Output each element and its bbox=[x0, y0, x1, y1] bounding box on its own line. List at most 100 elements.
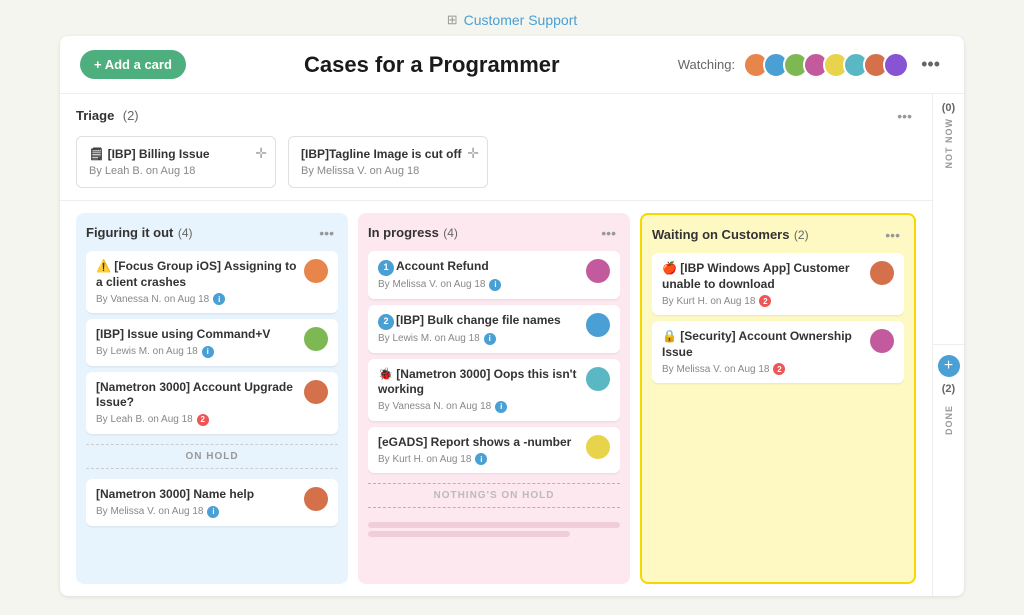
avatar bbox=[586, 259, 610, 283]
triage-section: Triage (2) ••• 🗒 [IBP] Billing Issue By … bbox=[60, 94, 932, 201]
avatar-group bbox=[743, 52, 909, 78]
card-meta: By Melissa V. on Aug 18i bbox=[378, 279, 580, 291]
kanban-cards: 1Account Refund By Melissa V. on Aug 18i… bbox=[368, 251, 620, 574]
triage-title: Triage (2) bbox=[76, 107, 139, 125]
nothing-on-hold-label: NOTHING'S ON HOLD bbox=[368, 483, 620, 508]
sidebar-done-label: DONE bbox=[944, 405, 954, 435]
card-title: [Nametron 3000] Name help bbox=[96, 487, 298, 503]
triage-card-meta: By Melissa V. on Aug 18 bbox=[301, 165, 475, 177]
triage-header: Triage (2) ••• bbox=[76, 106, 916, 126]
triage-card[interactable]: 🗒 [IBP] Billing Issue By Leah B. on Aug … bbox=[76, 136, 276, 188]
card-meta: By Lewis M. on Aug 18i bbox=[96, 346, 298, 358]
info-icon: i bbox=[489, 279, 501, 291]
board-title: Cases for a Programmer bbox=[202, 52, 662, 78]
avatar bbox=[304, 259, 328, 283]
kanban-card[interactable]: ⚠️ [Focus Group iOS] Assigning to a clie… bbox=[86, 251, 338, 313]
card-meta: By Kurt H. on Aug 18i bbox=[378, 453, 580, 465]
watching-label: Watching: bbox=[678, 57, 735, 72]
sidebar-add-button[interactable]: + bbox=[938, 355, 960, 377]
watching-section: Watching: ••• bbox=[678, 50, 944, 79]
card-title: 1Account Refund bbox=[378, 259, 580, 276]
sidebar-done: + (2) DONE bbox=[933, 345, 964, 597]
card-title: 🍎 [IBP Windows App] Customer unable to d… bbox=[662, 261, 864, 292]
kanban-cards: 🍎 [IBP Windows App] Customer unable to d… bbox=[652, 253, 904, 572]
column-in-progress: In progress (4) ••• 1Account Refund By M… bbox=[358, 213, 630, 584]
add-icon[interactable]: ✛ bbox=[467, 145, 479, 162]
avatar bbox=[870, 261, 894, 285]
kanban-card[interactable]: [Nametron 3000] Account Upgrade Issue? B… bbox=[86, 372, 338, 434]
card-meta: By Vanessa N. on Aug 18i bbox=[378, 401, 580, 413]
card-title: [eGADS] Report shows a -number bbox=[378, 435, 580, 451]
right-sidebar: (0) NOT NOW + (2) DONE bbox=[932, 94, 964, 596]
avatar bbox=[304, 327, 328, 351]
col-title: In progress (4) bbox=[368, 224, 458, 242]
info-icon: i bbox=[495, 401, 507, 413]
breadcrumb-link[interactable]: Customer Support bbox=[464, 12, 578, 28]
avatar bbox=[870, 329, 894, 353]
kanban-card[interactable]: 1Account Refund By Melissa V. on Aug 18i bbox=[368, 251, 620, 299]
info-icon: 2 bbox=[197, 414, 209, 426]
triage-card[interactable]: [IBP]Tagline Image is cut off By Melissa… bbox=[288, 136, 488, 188]
card-meta: By Melissa V. on Aug 18i bbox=[96, 506, 298, 518]
info-icon: 2 bbox=[773, 363, 785, 375]
card-meta: By Vanessa N. on Aug 18i bbox=[96, 293, 298, 305]
col-menu-button[interactable]: ••• bbox=[597, 223, 620, 243]
avatar bbox=[586, 367, 610, 391]
sidebar-done-count: (2) bbox=[942, 383, 955, 395]
info-icon: i bbox=[207, 506, 219, 518]
column-figuring-it-out: Figuring it out (4) ••• ⚠️ [Focus Group … bbox=[76, 213, 348, 584]
col-header: Figuring it out (4) ••• bbox=[86, 223, 338, 243]
card-meta: By Kurt H. on Aug 182 bbox=[662, 295, 864, 307]
triage-menu-button[interactable]: ••• bbox=[893, 106, 916, 126]
board-area: Triage (2) ••• 🗒 [IBP] Billing Issue By … bbox=[60, 94, 964, 596]
triage-card-meta: By Leah B. on Aug 18 bbox=[89, 165, 263, 177]
col-title: Figuring it out (4) bbox=[86, 224, 193, 242]
kanban-card[interactable]: 🍎 [IBP Windows App] Customer unable to d… bbox=[652, 253, 904, 315]
triage-card-title: [IBP]Tagline Image is cut off bbox=[301, 147, 475, 161]
kanban-cards: ⚠️ [Focus Group iOS] Assigning to a clie… bbox=[86, 251, 338, 574]
add-icon[interactable]: ✛ bbox=[255, 145, 267, 162]
card-meta: By Lewis M. on Aug 18i bbox=[378, 333, 580, 345]
info-icon: i bbox=[202, 346, 214, 358]
number-badge: 2 bbox=[378, 314, 394, 330]
sidebar-not-now: (0) NOT NOW bbox=[933, 94, 964, 345]
column-waiting-on-customers: Waiting on Customers (2) ••• 🍎 [IBP Wind… bbox=[640, 213, 916, 584]
info-icon: i bbox=[484, 333, 496, 345]
kanban-card[interactable]: 🐞 [Nametron 3000] Oops this isn't workin… bbox=[368, 359, 620, 421]
card-title: 2[IBP] Bulk change file names bbox=[378, 313, 580, 330]
card-title: ⚠️ [Focus Group iOS] Assigning to a clie… bbox=[96, 259, 298, 290]
col-menu-button[interactable]: ••• bbox=[881, 225, 904, 245]
info-icon: 2 bbox=[759, 295, 771, 307]
card-title: [Nametron 3000] Account Upgrade Issue? bbox=[96, 380, 298, 411]
warning-icon: ⚠️ bbox=[96, 259, 114, 273]
columns-area: Triage (2) ••• 🗒 [IBP] Billing Issue By … bbox=[60, 94, 932, 596]
avatar bbox=[883, 52, 909, 78]
kanban-card[interactable]: 2[IBP] Bulk change file names By Lewis M… bbox=[368, 305, 620, 353]
col-menu-button[interactable]: ••• bbox=[315, 223, 338, 243]
on-hold-label: ON HOLD bbox=[86, 444, 338, 469]
info-icon: i bbox=[213, 293, 225, 305]
kanban-card[interactable]: 🔒 [Security] Account Ownership Issue By … bbox=[652, 321, 904, 383]
add-card-button[interactable]: + Add a card bbox=[80, 50, 186, 79]
sidebar-not-now-label: NOT NOW bbox=[944, 118, 954, 169]
card-title: [IBP] Issue using Command+V bbox=[96, 327, 298, 343]
kanban-card[interactable]: [IBP] Issue using Command+V By Lewis M. … bbox=[86, 319, 338, 366]
avatar bbox=[304, 487, 328, 511]
apple-emoji: 🍎 bbox=[662, 261, 680, 275]
avatar bbox=[586, 435, 610, 459]
col-title: Waiting on Customers (2) bbox=[652, 226, 809, 244]
col-header: Waiting on Customers (2) ••• bbox=[652, 225, 904, 245]
kanban-card[interactable]: [Nametron 3000] Name help By Melissa V. … bbox=[86, 479, 338, 526]
sidebar-not-now-count: (0) bbox=[942, 102, 955, 114]
bug-emoji: 🐞 bbox=[378, 367, 396, 381]
kanban-card[interactable]: [eGADS] Report shows a -number By Kurt H… bbox=[368, 427, 620, 474]
card-meta: By Leah B. on Aug 182 bbox=[96, 414, 298, 426]
triage-cards: 🗒 [IBP] Billing Issue By Leah B. on Aug … bbox=[76, 136, 916, 188]
lock-emoji: 🔒 bbox=[662, 329, 680, 343]
more-options-button[interactable]: ••• bbox=[917, 50, 944, 79]
card-title: 🔒 [Security] Account Ownership Issue bbox=[662, 329, 864, 360]
lower-columns: Figuring it out (4) ••• ⚠️ [Focus Group … bbox=[60, 201, 932, 596]
col-header: In progress (4) ••• bbox=[368, 223, 620, 243]
main-board: + Add a card Cases for a Programmer Watc… bbox=[60, 36, 964, 596]
board-header: + Add a card Cases for a Programmer Watc… bbox=[60, 36, 964, 94]
